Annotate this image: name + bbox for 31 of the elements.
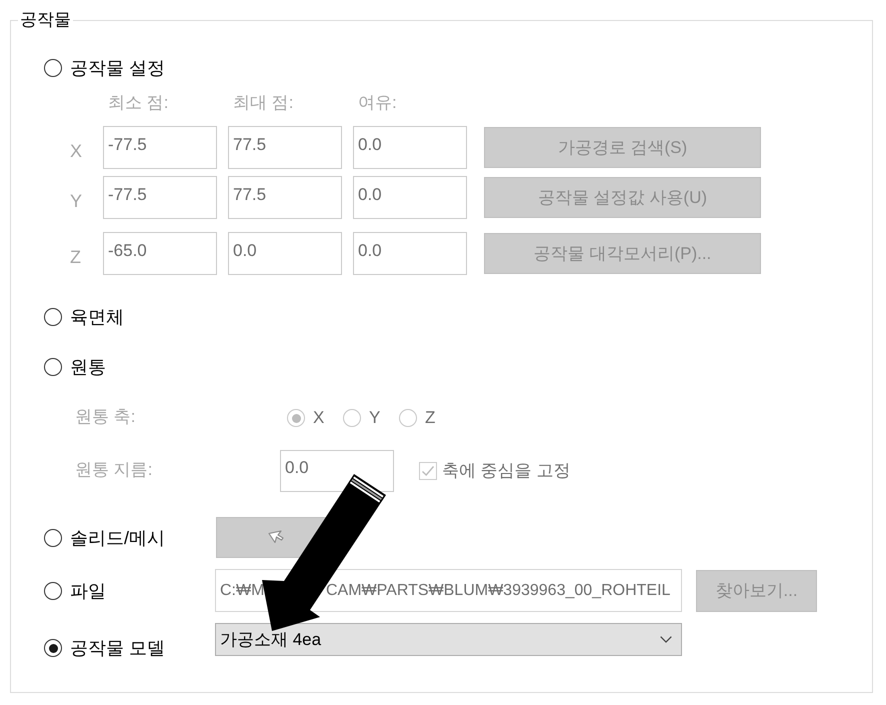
column-header: 여유:: [358, 93, 397, 112]
number-field[interactable]: 0.0: [353, 126, 467, 169]
number-field[interactable]: -77.5: [103, 126, 217, 169]
radio-option[interactable]: Z: [399, 407, 436, 429]
number-field[interactable]: 77.5: [228, 176, 342, 219]
radio-option[interactable]: 육면체: [44, 306, 124, 328]
number-field[interactable]: 0.0: [353, 176, 467, 219]
radio-option[interactable]: 공작물 설정: [44, 57, 166, 79]
group-title: 공작물: [19, 10, 72, 30]
axis-label: Y: [70, 191, 82, 211]
column-header: 최소 점:: [108, 93, 168, 112]
chevron-down-icon: [660, 636, 672, 643]
axis-label: X: [70, 141, 82, 161]
field-label: 원통 축:: [75, 407, 136, 426]
radio-option[interactable]: 파일: [44, 580, 106, 602]
number-field[interactable]: 0.0: [353, 232, 467, 275]
radio-option[interactable]: 원통: [44, 356, 106, 378]
radio-option[interactable]: X: [287, 407, 324, 429]
radio-option[interactable]: Y: [343, 407, 380, 429]
number-field[interactable]: -65.0: [103, 232, 217, 275]
column-header: 최대 점:: [233, 93, 294, 112]
number-field[interactable]: 77.5: [228, 126, 342, 169]
field-label: 원통 지름:: [75, 460, 152, 479]
cursor-icon: [268, 530, 284, 546]
checkbox-option[interactable]: 축에 중심을 고정: [419, 460, 570, 482]
dropdown[interactable]: 가공소재 4ea: [215, 623, 682, 656]
radio-option[interactable]: 솔리드/메시: [44, 526, 166, 548]
radio-option[interactable]: 공작물 모델: [44, 637, 166, 659]
number-field[interactable]: -77.5: [103, 176, 217, 219]
axis-label: Z: [70, 247, 81, 267]
number-field[interactable]: 0.0: [228, 232, 342, 275]
